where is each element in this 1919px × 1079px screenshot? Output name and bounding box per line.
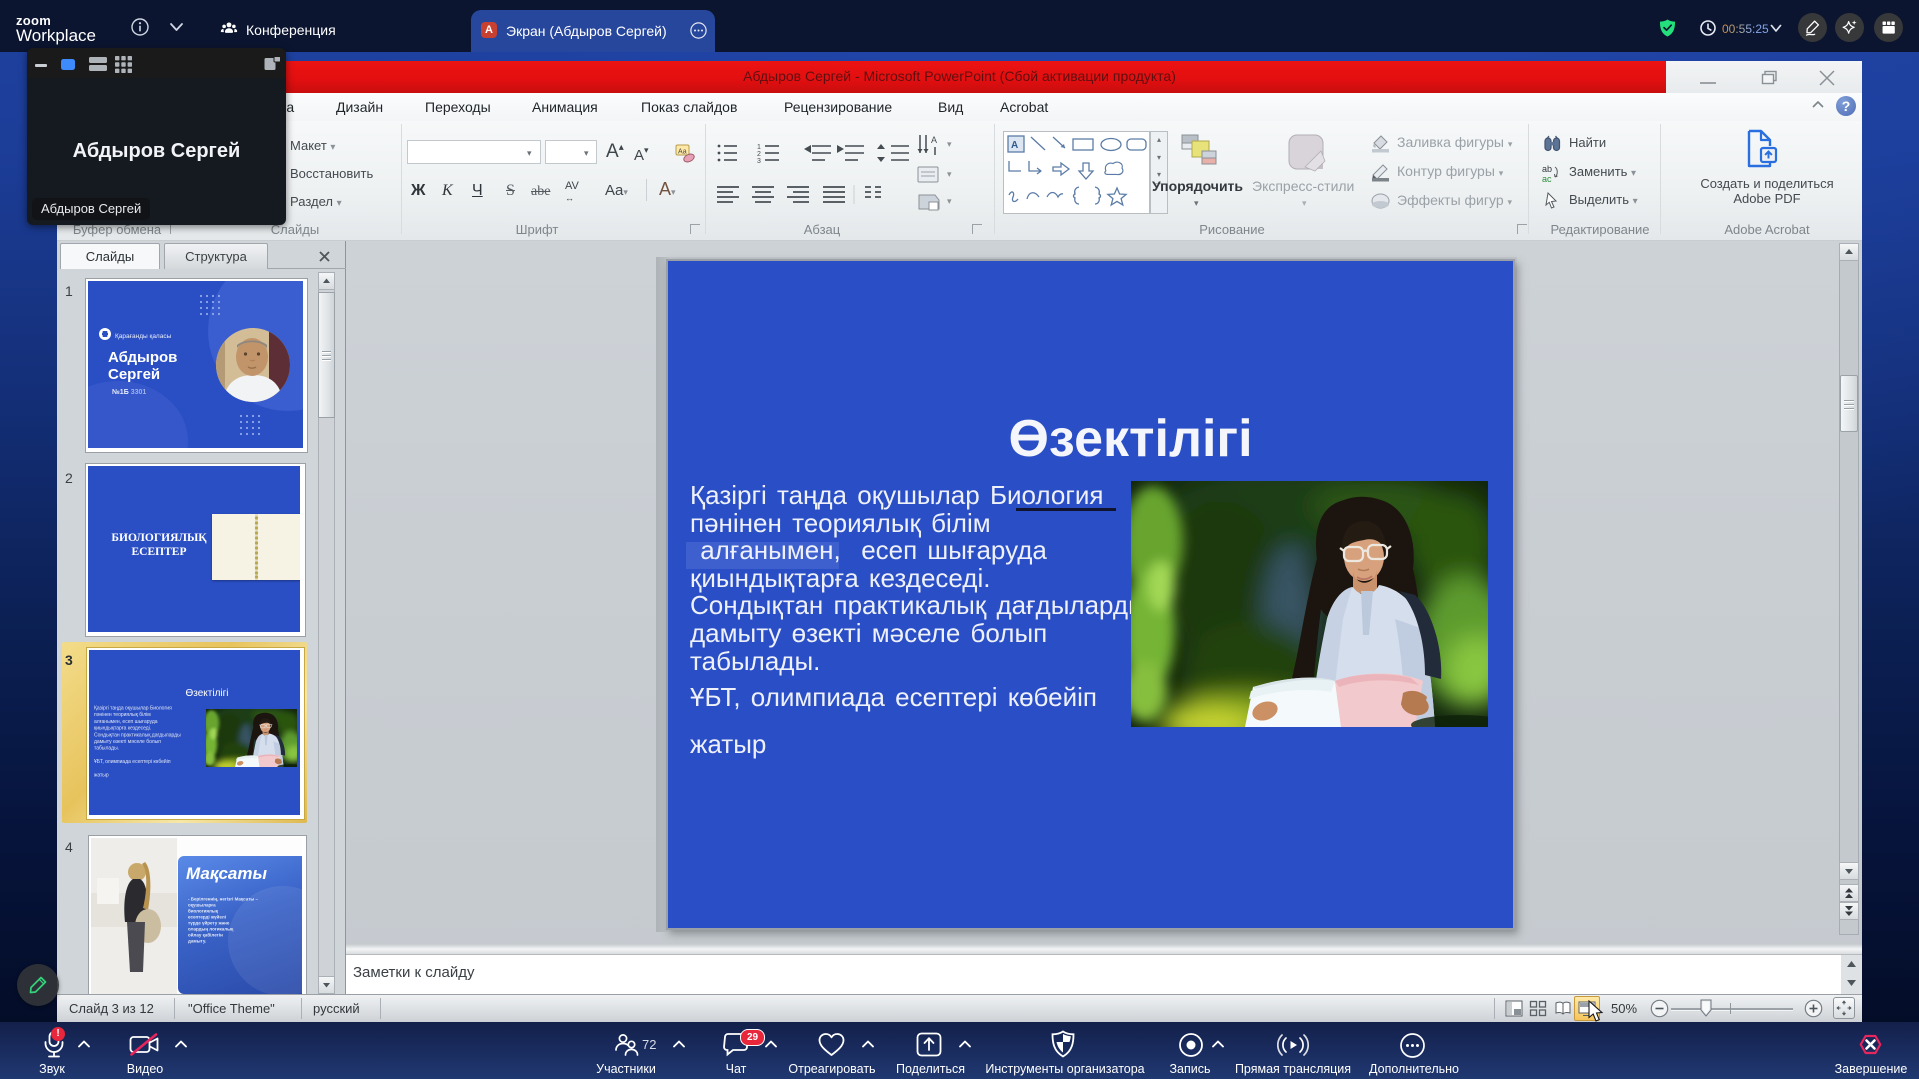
svg-text:Аа: Аа — [678, 149, 687, 156]
svg-text:2: 2 — [757, 151, 761, 158]
svg-text:Қарағанды қаласы: Қарағанды қаласы — [115, 333, 172, 340]
svg-text:A: A — [1011, 140, 1018, 151]
svg-text:ab: ab — [1542, 164, 1552, 174]
svg-text:A: A — [931, 135, 937, 145]
svg-text:3: 3 — [757, 158, 761, 165]
svg-text:1: 1 — [757, 144, 761, 151]
svg-text:ac: ac — [1542, 174, 1552, 183]
